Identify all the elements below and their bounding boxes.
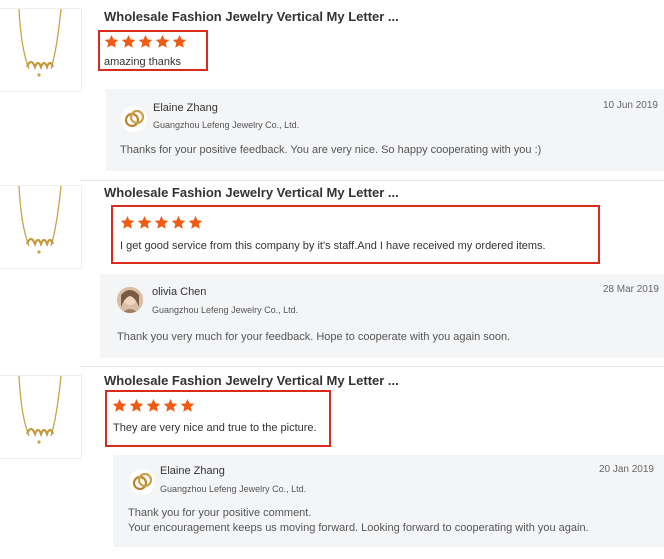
star-icon: [129, 398, 144, 412]
review-divider: [80, 366, 664, 367]
star-icon: [163, 398, 178, 412]
reply-author-name: olivia Chen: [152, 286, 207, 298]
product-thumbnail[interactable]: [0, 375, 82, 459]
reply-message: Thanks for your positive feedback. You a…: [120, 143, 541, 158]
rating-stars: [112, 398, 195, 413]
reply-company-name: Guangzhou Lefeng Jewelry Co., Ltd.: [153, 120, 300, 130]
reply-message: Thank you very much for your feedback. H…: [117, 330, 510, 345]
reply-message-line: Your encouragement keeps us moving forwa…: [128, 522, 589, 534]
user-avatar: [117, 287, 143, 313]
review-highlight-box: [111, 205, 600, 264]
supplier-reply: Elaine Zhang Guangzhou Lefeng Jewelry Co…: [113, 455, 664, 547]
star-icon: [188, 215, 203, 229]
ring-logo-icon: [129, 469, 155, 495]
star-icon: [180, 398, 195, 412]
star-icon: [120, 215, 135, 229]
star-icon: [146, 398, 161, 412]
reply-author-name: Elaine Zhang: [160, 465, 225, 477]
review-divider: [80, 180, 664, 181]
supplier-reply: olivia Chen Guangzhou Lefeng Jewelry Co.…: [100, 274, 664, 358]
necklace-image: [18, 376, 62, 444]
reply-message-line: Thanks for your positive feedback. You a…: [120, 144, 542, 156]
reply-date: 20 Jan 2019: [598, 464, 654, 475]
star-icon: [104, 34, 119, 48]
reply-message: Thank you for your positive comment. You…: [128, 506, 589, 536]
reply-company-name: Guangzhou Lefeng Jewelry Co., Ltd.: [160, 484, 307, 494]
reply-message-line: Thank you very much for your feedback. H…: [117, 331, 511, 343]
star-icon: [121, 34, 136, 48]
product-title-link[interactable]: Wholesale Fashion Jewelry Vertical My Le…: [104, 9, 399, 24]
supplier-reply: Elaine Zhang Guangzhou Lefeng Jewelry Co…: [106, 89, 664, 171]
ring-logo-icon: [121, 106, 147, 132]
star-icon: [138, 34, 153, 48]
rating-stars: [120, 215, 203, 230]
star-icon: [171, 215, 186, 229]
star-icon: [154, 215, 169, 229]
necklace-image: [18, 186, 62, 254]
star-icon: [137, 215, 152, 229]
star-icon: [155, 34, 170, 48]
star-icon: [112, 398, 127, 412]
product-thumbnail[interactable]: [0, 8, 82, 92]
product-thumbnail[interactable]: [0, 185, 82, 269]
star-icon: [172, 34, 187, 48]
reply-message-line: Thank you for your positive comment.: [128, 507, 312, 519]
necklace-image: [18, 9, 62, 77]
product-title-link[interactable]: Wholesale Fashion Jewelry Vertical My Le…: [104, 185, 399, 200]
reply-company-name: Guangzhou Lefeng Jewelry Co., Ltd.: [152, 305, 299, 315]
reply-date: 10 Jun 2019: [602, 100, 658, 111]
rating-stars: [104, 34, 187, 49]
review-text: I get good service from this company by …: [120, 240, 546, 252]
product-title-link[interactable]: Wholesale Fashion Jewelry Vertical My Le…: [104, 373, 399, 388]
review-text: amazing thanks: [104, 56, 182, 68]
reply-author-name: Elaine Zhang: [153, 102, 218, 114]
reply-date: 28 Mar 2019: [602, 284, 659, 295]
review-text: They are very nice and true to the pictu…: [113, 422, 317, 434]
